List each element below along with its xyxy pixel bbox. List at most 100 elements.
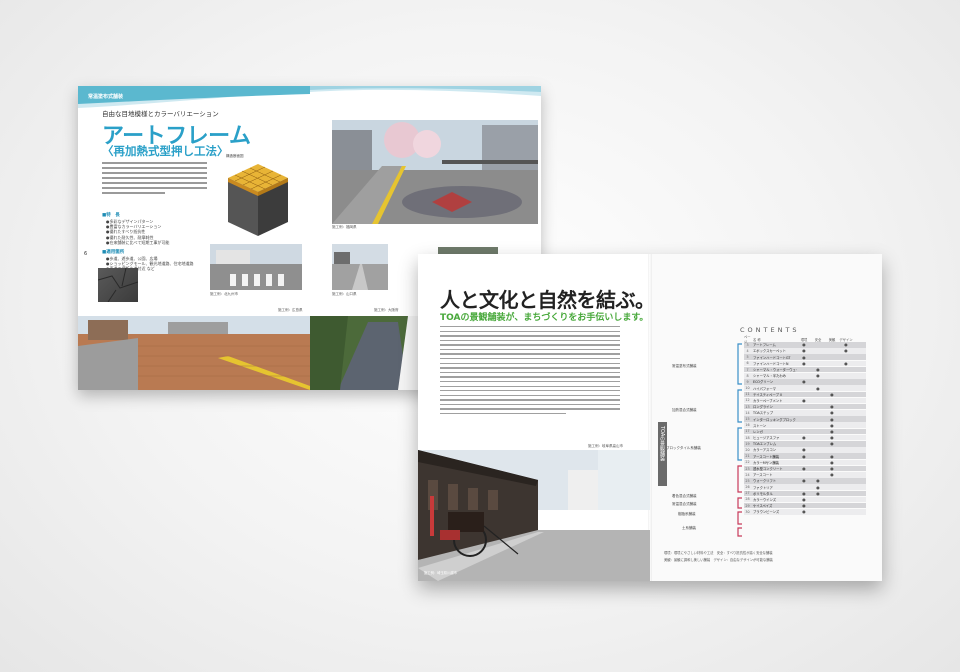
toc-mark: ● bbox=[844, 342, 848, 348]
toc-row: 22 カラーMサン舗装 ● bbox=[744, 459, 866, 466]
toc-mark: ● bbox=[802, 348, 806, 354]
toc-page-number: 19 bbox=[745, 441, 750, 446]
toc-page-number: 12 bbox=[745, 398, 750, 403]
toc-page-number: 25 bbox=[745, 478, 750, 483]
band-label: TOAの景観舗装 bbox=[659, 426, 665, 462]
toc-mark: ● bbox=[802, 478, 806, 484]
toc-row: 23 透水型コンクリート ● ● bbox=[744, 465, 866, 472]
toc-mark: ● bbox=[802, 466, 806, 472]
toc-mark: ● bbox=[844, 360, 848, 366]
intro-paragraph bbox=[102, 162, 207, 197]
features-list: ●多彩なデザインパターン ●豊富なカラーバリエーション ●優れたすべり抵抗性 ●… bbox=[106, 219, 169, 245]
toc-row: 29 ケイスペイズ ● bbox=[744, 502, 866, 509]
toc-row: 18 ヒュージアスファ ● ● bbox=[744, 434, 866, 441]
toc-mark: ● bbox=[830, 472, 834, 478]
toc-mark: ● bbox=[802, 342, 806, 348]
toc-product-name: ポリモルタル bbox=[753, 491, 773, 496]
product-method: 〈再加熱式型押し工法〉 bbox=[102, 144, 229, 158]
category-name: 加熱混合式舗装 bbox=[672, 408, 697, 412]
contents-table: ページ 名 称 環境 安全 美観 デザイン 3 アートフレーム ● ● 4 エポックスカー… bbox=[744, 335, 866, 515]
category-name: 常温塗布式舗装 bbox=[672, 364, 697, 368]
toc-product-name: ロングライン bbox=[753, 405, 773, 410]
toc-row: 27 ポリモルタル ● ● bbox=[744, 490, 866, 497]
toc-page-number: 17 bbox=[745, 429, 750, 434]
toc-mark: ● bbox=[802, 490, 806, 496]
toc-product-name: シャーマル・ウォーターウェイ bbox=[753, 368, 797, 373]
toc-row: 28 カラーウインズ ● bbox=[744, 496, 866, 503]
legend-note: 環境：環境にやさしい材料や工法 安全：すべり抵抗性が高く安全な舗装 bbox=[664, 551, 773, 555]
toc-row: 17 レンガ ● bbox=[744, 428, 866, 435]
toc-row: 20 カラーアスコン ● bbox=[744, 447, 866, 453]
toc-page-number: 10 bbox=[745, 386, 750, 391]
toc-page-number: 4 bbox=[746, 348, 749, 353]
column-header: 安全 bbox=[814, 337, 822, 342]
toc-mark: ● bbox=[830, 453, 834, 459]
toc-mark: ● bbox=[802, 496, 806, 502]
toc-product-name: シャーマル・半たわみ bbox=[753, 374, 786, 379]
toc-page-number: 15 bbox=[745, 417, 750, 422]
toc-page-number: 14 bbox=[745, 410, 750, 415]
toc-mark: ● bbox=[816, 385, 820, 391]
toc-product-name: カラーペーブメント bbox=[753, 398, 783, 403]
toc-page-number: 13 bbox=[745, 404, 750, 409]
toc-mark: ● bbox=[816, 484, 820, 490]
toc-product-name: 透水型コンクリート bbox=[753, 467, 783, 472]
toc-mark: ● bbox=[830, 404, 834, 410]
toc-mark: ● bbox=[802, 503, 806, 509]
toc-row: 3 アートフレーム ● ● bbox=[744, 342, 866, 348]
category-name: 樹脂系舗装 bbox=[678, 512, 696, 516]
toc-page-number: 27 bbox=[745, 491, 750, 496]
toc-mark: ● bbox=[830, 422, 834, 428]
toc-row: 21 アースコート舗装 ● ● bbox=[744, 453, 866, 459]
toc-page-number: 28 bbox=[745, 497, 750, 502]
toc-mark: ● bbox=[816, 373, 820, 379]
category-name: 常温混合式舗装 bbox=[672, 502, 697, 506]
toc-product-name: ブラウンビーンズ bbox=[753, 510, 780, 515]
toa-vertical-band: TOAの景観舗装 bbox=[658, 422, 667, 486]
toc-row: 16 ストーン ● bbox=[744, 422, 866, 429]
toc-page-number: 5 bbox=[746, 355, 749, 360]
contents-title: CONTENTS bbox=[740, 326, 800, 334]
toc-page-number: 16 bbox=[745, 423, 750, 428]
feature-item: ●在来舗装に比べて短期工事が可能 bbox=[106, 239, 170, 245]
toc-product-name: エポックスカーペット bbox=[753, 349, 786, 354]
page-subtitle: 自由な目地模様とカラーバリエーション bbox=[102, 110, 219, 118]
toc-page-number: 11 bbox=[745, 392, 750, 397]
toc-mark: ● bbox=[830, 459, 834, 465]
toc-page-number: 30 bbox=[745, 509, 750, 514]
toc-mark: ● bbox=[830, 428, 834, 434]
photo-caption: 施工例：山口県 bbox=[332, 292, 357, 296]
category-name: ブロックタイル系舗装 bbox=[666, 446, 701, 450]
toc-page-number: 21 bbox=[745, 454, 750, 459]
toc-row: 8 シャーマル・半たわみ ● bbox=[744, 372, 866, 379]
toc-product-name: アートフレーム bbox=[753, 343, 776, 348]
toc-row: 12 カラーペーブメント ● bbox=[744, 397, 866, 404]
toc-mark: ● bbox=[802, 360, 806, 366]
toc-row: 26 ファクトリア ● bbox=[744, 484, 866, 490]
toc-product-name: ストーン bbox=[753, 423, 767, 428]
toc-mark: ● bbox=[830, 435, 834, 441]
toc-product-name: ケイスペイズ bbox=[753, 504, 773, 509]
toc-product-name: カラーウインズ bbox=[753, 497, 777, 502]
toc-product-name: テイスティペーブ II bbox=[753, 392, 782, 397]
photo-caption: 施工例：福岡県 bbox=[332, 225, 357, 229]
toc-mark: ● bbox=[802, 509, 806, 515]
toc-product-name: カラーアスコン bbox=[753, 448, 776, 453]
toc-row: 4 エポックスカーペット ● ● bbox=[744, 348, 866, 354]
toc-page-number: 22 bbox=[745, 460, 750, 465]
toc-product-name: ハイパフォーマ bbox=[753, 386, 776, 391]
toc-mark: ● bbox=[816, 490, 820, 496]
toc-product-name: ウォークリフト bbox=[753, 479, 777, 484]
toc-row: 25 ウォークリフト ● ● bbox=[744, 478, 866, 484]
toc-mark: ● bbox=[802, 397, 806, 403]
front-brochure-spread: 人と文化と自然を結ぶ。 TOAの景観舗装が、まちづくりをお手伝いします。 施工例… bbox=[418, 254, 882, 581]
photo-caption: 施工例：北九州市 bbox=[210, 292, 238, 296]
toc-mark: ● bbox=[830, 391, 834, 397]
toc-row: 15 インターロッキングブロック ● bbox=[744, 416, 866, 422]
toc-product-name: アースコート舗装 bbox=[753, 454, 780, 459]
toc-page-number: 23 bbox=[745, 466, 750, 471]
toc-row: 6 ファインハードコートN ● ● bbox=[744, 360, 866, 367]
toc-mark: ● bbox=[802, 447, 806, 453]
toc-page-number: 24 bbox=[745, 472, 750, 477]
toc-mark: ● bbox=[802, 453, 806, 459]
